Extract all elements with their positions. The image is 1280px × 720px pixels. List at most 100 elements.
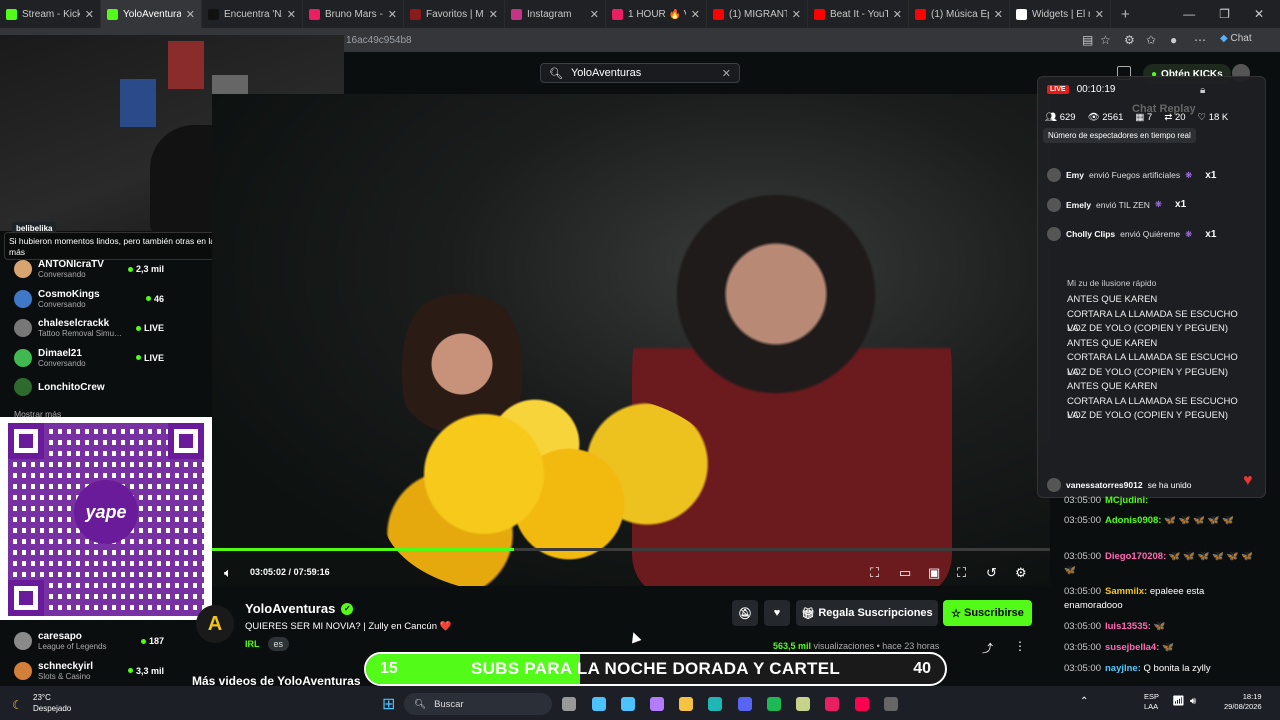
browser-tab[interactable]: 1 HOUR 🔥 VIRA ✕ [606, 0, 707, 28]
bookmark-icon[interactable]: ☆ [1100, 33, 1111, 47]
obs-icon[interactable] [884, 697, 898, 711]
sidebar-channel[interactable]: Dimael21 Conversando LIVE [14, 345, 164, 371]
more-menu-icon[interactable]: ⋯ [1194, 33, 1206, 47]
weather-widget[interactable]: 23°C Despejado [33, 692, 71, 714]
clip-icon[interactable]: ⛶ [870, 565, 879, 581]
theater-mode-icon[interactable]: ▭ [899, 565, 911, 581]
browser-tab[interactable]: Bruno Mars - Talk ✕ [303, 0, 404, 28]
language-indicator[interactable]: ESP LAA [1144, 692, 1159, 712]
chat-username[interactable]: Sammilx: [1105, 586, 1147, 597]
edge-icon[interactable] [708, 697, 722, 711]
close-tab-icon[interactable]: ✕ [489, 8, 498, 21]
app-icon[interactable] [796, 697, 810, 711]
taskbar-search[interactable]: 🔍︎ Buscar [404, 693, 552, 715]
browser-tab[interactable]: Stream - Kick Das ✕ [0, 0, 101, 28]
chat-username[interactable]: susejbella4: [1105, 642, 1159, 653]
sidebar-channel[interactable]: LonchitoCrew [14, 374, 164, 400]
close-tab-icon[interactable]: ✕ [287, 8, 296, 21]
close-tab-icon[interactable]: ✕ [590, 8, 599, 21]
video-player[interactable] [212, 94, 1050, 586]
favorites-icon[interactable]: ✩ [1146, 33, 1156, 47]
close-window-icon[interactable]: ✕ [1254, 7, 1264, 21]
category-tag[interactable]: IRL [245, 639, 260, 649]
minimize-icon[interactable]: — [1183, 7, 1195, 21]
settings-icon[interactable]: ⚙ [1015, 565, 1027, 581]
picture-in-picture-icon[interactable]: ▣ [928, 565, 940, 581]
new-tab-button[interactable]: + [1111, 6, 1140, 23]
clear-search-icon[interactable]: ✕ [722, 67, 731, 80]
streamer-name[interactable]: YoloAventuras ✓ [245, 601, 354, 616]
windows-start-icon[interactable]: ⊞ [382, 694, 395, 714]
more-options-icon[interactable]: ⋮ [1014, 639, 1026, 653]
chat-username[interactable]: Adonis0908: [1105, 515, 1162, 526]
channel-name: caresapo [38, 631, 82, 642]
browser-tab[interactable]: Widgets | El mejo ✕ [1010, 0, 1111, 28]
close-tab-icon[interactable]: ✕ [792, 8, 801, 21]
chat-username[interactable]: nayjlne: [1105, 663, 1141, 674]
chat-username[interactable]: MCjudini: [1105, 495, 1148, 506]
explorer-icon[interactable] [679, 697, 693, 711]
browser-tab[interactable]: Favoritos | Myinsa ✕ [404, 0, 505, 28]
browser-tab[interactable]: Instagram ✕ [505, 0, 606, 28]
volume-icon[interactable]: 🔈︎ [224, 565, 232, 581]
sidebar-channel[interactable]: CosmoKings Conversando 46 [14, 286, 164, 312]
close-tab-icon[interactable]: ✕ [186, 8, 195, 21]
close-tab-icon[interactable]: ✕ [994, 8, 1003, 21]
browser-tab[interactable]: YoloAventuras - V ✕ [101, 0, 202, 28]
copilot-icon[interactable] [650, 697, 664, 711]
volume-tray-icon[interactable]: 🔊︎ [1190, 696, 1196, 707]
profile-avatar[interactable]: ● [1170, 33, 1177, 47]
gift-subs-button[interactable]: 🎁︎ Regala Suscripciones [796, 600, 938, 626]
close-tab-icon[interactable]: ✕ [1095, 8, 1104, 21]
spotify-icon[interactable] [767, 697, 781, 711]
chat-text: 🦋 [1162, 642, 1174, 653]
url-text[interactable]: 16ac49c954b8 [346, 35, 412, 46]
chat-username[interactable]: Diego170208: [1105, 551, 1166, 562]
tray-arrow-icon[interactable]: ⌃ [1080, 696, 1088, 707]
browser-tab[interactable]: Beat It - YouTube ✕ [808, 0, 909, 28]
chat-message: 03:05:00 MCjudini: [1064, 494, 1264, 508]
stream-tags: IRL es [245, 637, 290, 651]
tiktok-icon[interactable] [855, 697, 869, 711]
user-icon [1047, 197, 1061, 212]
sidebar-channel[interactable]: chaleselcrackk Tattoo Removal Simu… LIVE [14, 315, 164, 341]
files-icon[interactable] [592, 697, 606, 711]
reading-mode-icon[interactable]: ▤ [1082, 33, 1093, 47]
browser-tab[interactable]: Encuentra 'NAND ✕ [202, 0, 303, 28]
language-tag[interactable]: es [267, 637, 290, 651]
taskbar-clock[interactable]: 18:19 29/08/2026 [1224, 692, 1262, 712]
goal-end: 40 [913, 660, 931, 677]
store-icon[interactable] [621, 697, 635, 711]
fullscreen-icon[interactable]: ⛶ [957, 565, 966, 581]
close-tab-icon[interactable]: ✕ [691, 8, 700, 21]
sidebar-channel[interactable]: ANTONIcraTV Conversando 2,3 mil [14, 256, 164, 282]
subscribe-button[interactable]: ☆ Suscribirse [943, 600, 1032, 626]
notifications-off-button[interactable]: 🔕︎ [732, 600, 758, 626]
maximize-icon[interactable]: ❐ [1219, 7, 1230, 21]
search-input[interactable]: 🔍︎ YoloAventuras ✕ [540, 63, 740, 83]
chat-username[interactable]: luis13535: [1105, 621, 1151, 632]
sidebar-channel[interactable]: caresapo League of Legends 187 [14, 628, 164, 654]
browser-tab[interactable]: (1) MIGRANTES R ✕ [707, 0, 808, 28]
live-dot [127, 668, 133, 673]
chat-message: 03:05:00 luis13535: 🦋 [1064, 620, 1264, 634]
close-tab-icon[interactable]: ✕ [893, 8, 902, 21]
close-tab-icon[interactable]: ✕ [388, 8, 397, 21]
remote-icon[interactable] [825, 697, 839, 711]
wall-poster [168, 41, 204, 89]
streamer-avatar[interactable]: A [196, 605, 234, 643]
wifi-icon[interactable]: 📶︎ [1172, 696, 1185, 707]
follow-heart-button[interactable]: ♥ [764, 600, 790, 626]
discord-icon[interactable] [738, 697, 752, 711]
live-dot [135, 325, 141, 331]
close-tab-icon[interactable]: ✕ [85, 8, 94, 21]
overlay-stat: ▦ 7 [1135, 112, 1153, 123]
extensions-icon[interactable]: ⚙ [1124, 33, 1135, 47]
rewind-icon[interactable]: ↺ [986, 565, 997, 581]
copilot-chat-button[interactable]: ◆ Chat [1220, 33, 1252, 44]
task-view-icon[interactable] [562, 697, 576, 711]
sidebar-channel[interactable]: schneckyirl Slots & Casino 3,3 mil [14, 658, 164, 684]
browser-tab[interactable]: (1) Música Épica d ✕ [909, 0, 1010, 28]
tab-label: Beat It - YouTube [830, 8, 888, 20]
share-icon[interactable]: ⤴ [982, 640, 993, 656]
